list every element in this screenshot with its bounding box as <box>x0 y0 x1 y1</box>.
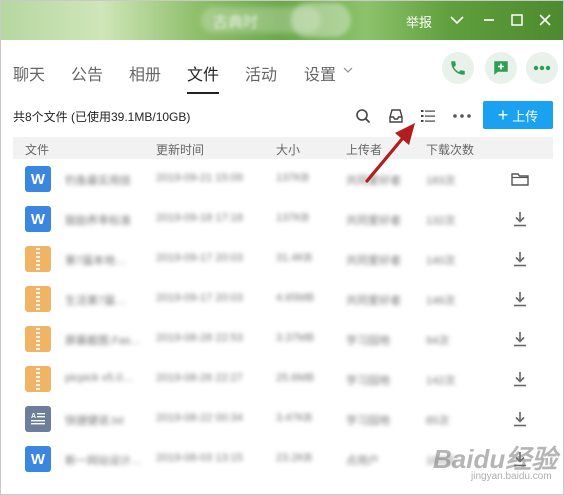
group-message-button[interactable] <box>485 52 517 84</box>
download-icon[interactable] <box>510 409 530 429</box>
download-count: 85次 <box>426 415 450 427</box>
file-summary: 共8个文件 (已使用39.1MB/10GB) <box>13 110 191 124</box>
uploader: 点用户 <box>346 455 379 467</box>
table-row[interactable]: W 鼓励养率标准 2019-09-18 17:18 137KB 共同爱好者 132次 <box>13 199 553 239</box>
download-icon[interactable] <box>510 289 530 309</box>
download-icon[interactable] <box>510 249 530 269</box>
folder-icon[interactable] <box>510 169 530 189</box>
tab-album[interactable]: 相册 <box>129 61 161 85</box>
file-size: 137KB <box>276 172 310 184</box>
file-size: 23.2KB <box>276 452 313 464</box>
tab-settings[interactable]: 设置 <box>304 61 336 85</box>
update-time: 2019-08-26 22:27 <box>156 372 243 384</box>
word-file-icon: W <box>25 166 51 192</box>
chevron-down-icon[interactable] <box>446 9 468 31</box>
chat-add-icon <box>494 61 508 75</box>
baidu-watermark-url: jingyan.baidu.com <box>471 471 552 482</box>
update-time: 2019-08-28 22:53 <box>156 332 243 344</box>
word-file-icon: W <box>25 446 51 472</box>
annotation-arrow <box>365 123 415 183</box>
update-time: 2019-09-17 20:03 <box>156 252 243 264</box>
download-count: 94次 <box>426 335 450 347</box>
more-apps-button[interactable] <box>526 52 558 84</box>
download-count: 183次 <box>426 175 456 187</box>
file-size: 3.37MB <box>276 332 314 344</box>
file-size: 4.65MB <box>276 292 314 304</box>
download-count: 146次 <box>426 295 456 307</box>
chevron-down-icon[interactable] <box>343 67 353 74</box>
table-row[interactable]: W 钓鱼最实用技 2019-09-21 15:09 137KB 共同爱好者 183次 <box>13 159 553 199</box>
update-time: 2019-09-17 20:03 <box>156 292 243 304</box>
tab-files[interactable]: 文件 <box>187 61 219 85</box>
report-button[interactable]: 举报 <box>406 12 432 31</box>
uploader: 学习园地 <box>346 415 390 427</box>
header-size[interactable]: 大小 <box>276 141 300 158</box>
download-icon[interactable] <box>510 369 530 389</box>
download-icon[interactable] <box>510 329 530 349</box>
file-name[interactable]: 屏幕截图.Fas… <box>65 332 141 348</box>
file-size: 25.6MB <box>276 372 314 384</box>
zip-file-icon <box>25 286 51 312</box>
svg-text:A: A <box>31 413 36 420</box>
update-time: 2019-08-03 13:15 <box>156 452 243 464</box>
list-view-icon[interactable] <box>418 106 438 126</box>
file-size: 137KB <box>276 212 310 224</box>
zip-file-icon <box>25 366 51 392</box>
phone-call-button[interactable] <box>442 52 474 84</box>
tab-bar: 聊天 公告 相册 文件 活动 设置 <box>1 45 563 95</box>
update-time: 2019-09-21 15:09 <box>156 172 243 184</box>
text-file-icon: A <box>25 406 51 432</box>
tab-activity[interactable]: 活动 <box>245 61 277 85</box>
table-row[interactable]: 第7届本地… 2019-09-17 20:03 31.4KB 共同爱好者 140次 <box>13 239 553 279</box>
table-header: 文件 更新时间 大小 上传者 下载次数 <box>13 137 553 159</box>
plus-icon: + <box>497 105 509 125</box>
close-icon[interactable] <box>534 9 556 31</box>
title-blur-decor <box>291 3 351 37</box>
uploader: 学习园地 <box>346 375 390 387</box>
word-file-icon: W <box>25 206 51 232</box>
uploader: 共同爱好者 <box>346 255 401 267</box>
header-time[interactable]: 更新时间 <box>156 141 204 158</box>
file-name[interactable]: 快捷键说.txt <box>65 412 124 428</box>
header-file[interactable]: 文件 <box>25 141 49 158</box>
update-time: 2019-08-22 00:34 <box>156 412 243 424</box>
maximize-icon[interactable] <box>506 9 528 31</box>
file-name[interactable]: picpick v5.0… <box>65 372 133 384</box>
upload-button[interactable]: + 上传 <box>483 101 553 129</box>
file-name[interactable]: 新一网站设计… <box>65 452 142 468</box>
tab-announcement[interactable]: 公告 <box>71 61 103 85</box>
zip-file-icon <box>25 326 51 352</box>
download-count: 132次 <box>426 215 456 227</box>
zip-file-icon <box>25 246 51 272</box>
download-icon[interactable] <box>510 209 530 229</box>
table-row[interactable]: A 快捷键说.txt 2019-08-22 00:34 3.47KB 学习园地 85次 <box>13 399 553 439</box>
titlebar[interactable]: 古典时 举报 <box>1 1 563 40</box>
file-size: 3.47KB <box>276 412 313 424</box>
file-size: 31.4KB <box>276 252 313 264</box>
more-options-icon[interactable] <box>452 106 472 126</box>
table-row[interactable]: picpick v5.0… 2019-08-26 22:27 25.6MB 学习园地 1… <box>13 359 553 399</box>
window-title: 古典时 <box>213 14 259 31</box>
uploader: 共同爱好者 <box>346 215 401 227</box>
table-row[interactable]: 生活第7届… 2019-09-17 20:03 4.65MB 共同爱好者 146次 <box>13 279 553 319</box>
active-tab-indicator <box>187 92 219 94</box>
file-name[interactable]: 第7届本地… <box>65 252 126 268</box>
phone-icon <box>451 61 465 75</box>
header-downloads[interactable]: 下载次数 <box>426 141 474 158</box>
file-name[interactable]: 生活第7届… <box>65 292 126 308</box>
more-icon <box>533 65 551 71</box>
minimize-icon[interactable] <box>478 9 500 31</box>
group-chat-window: 古典时 举报 聊天 公告 相册 文件 活动 设置 共8个文件 (已使用39.1M… <box>0 0 564 495</box>
tab-chat[interactable]: 聊天 <box>13 61 45 85</box>
table-row[interactable]: 屏幕截图.Fas… 2019-08-28 22:53 3.37MB 学习园地 94次 <box>13 319 553 359</box>
file-name[interactable]: 钓鱼最实用技 <box>65 172 131 188</box>
uploader: 学习园地 <box>346 335 390 347</box>
download-count: 142次 <box>426 375 456 387</box>
uploader: 共同爱好者 <box>346 295 401 307</box>
update-time: 2019-09-18 17:18 <box>156 212 243 224</box>
upload-label: 上传 <box>512 108 539 124</box>
file-name[interactable]: 鼓励养率标准 <box>65 212 131 228</box>
download-count: 140次 <box>426 255 456 267</box>
